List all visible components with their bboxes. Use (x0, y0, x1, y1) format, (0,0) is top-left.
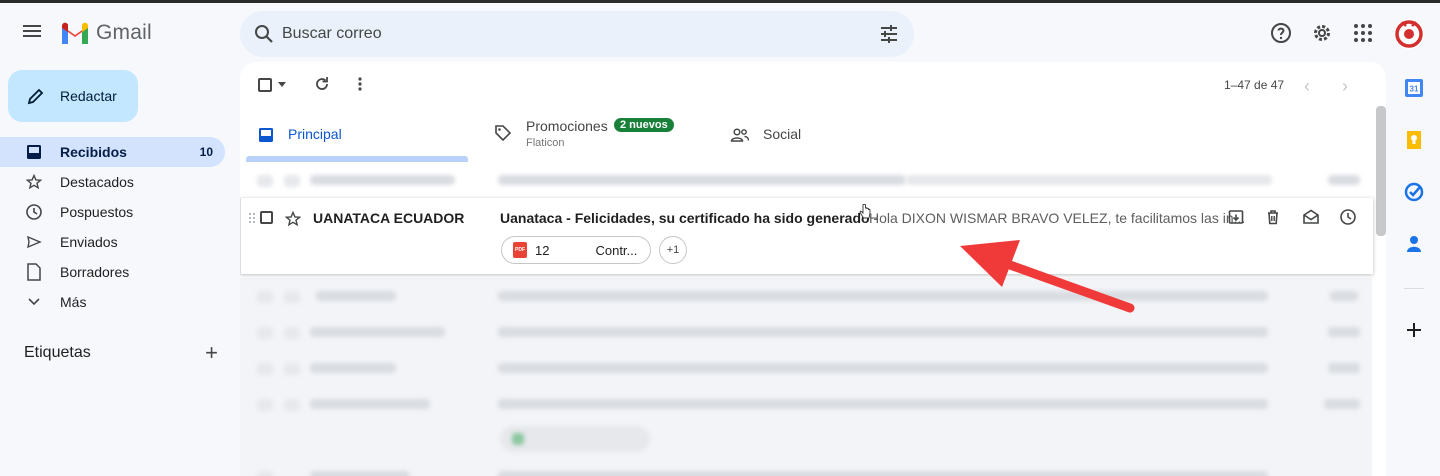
sidebar-item-label: Borradores (60, 264, 130, 280)
more-vert-icon[interactable] (350, 74, 370, 94)
sidebar-item-enviados[interactable]: Enviados (0, 227, 225, 257)
archive-icon[interactable] (1227, 208, 1245, 226)
email-row-blurred[interactable] (240, 458, 1372, 476)
select-all-checkbox[interactable] (258, 78, 272, 92)
sidebar-item-label: Más (60, 294, 87, 310)
tag-icon (495, 125, 512, 142)
scrollbar[interactable] (1376, 106, 1386, 236)
search-bar[interactable] (240, 11, 914, 57)
main-menu-icon[interactable] (22, 22, 44, 42)
chevron-down-icon (24, 292, 44, 312)
drag-handle-icon[interactable] (248, 212, 256, 224)
search-input[interactable] (282, 11, 842, 57)
calendar-icon[interactable]: 31 (1404, 78, 1424, 98)
inbox-icon (24, 142, 44, 162)
gmail-logo[interactable]: Gmail (60, 21, 152, 45)
app-name: Gmail (96, 21, 152, 44)
side-panel: 31 (1392, 66, 1436, 476)
new-count-badge: 2 nuevos (614, 118, 674, 132)
sidebar-item-recibidos[interactable]: Recibidos 10 (0, 137, 225, 167)
email-subject-text: Uanataca - Felicidades, su certificado h… (500, 210, 870, 226)
gmail-m-icon (62, 22, 88, 44)
snooze-clock-icon[interactable] (1339, 208, 1357, 226)
email-row-blurred[interactable] (240, 350, 1372, 386)
attachment-chip[interactable]: PDF 12 Contr... (501, 236, 651, 264)
email-row-blurred[interactable] (240, 386, 1372, 458)
star-icon (24, 172, 44, 192)
compose-label: Redactar (60, 88, 117, 104)
email-snippet: Hola DIXON WISMAR BRAVO VELEZ, te facili… (869, 210, 1246, 226)
refresh-icon[interactable] (312, 74, 332, 94)
sidebar-item-destacados[interactable]: Destacados (0, 167, 225, 197)
unread-count: 10 (199, 145, 213, 159)
labels-title: Etiquetas (24, 344, 91, 361)
email-row-blurred[interactable] (240, 278, 1372, 314)
compose-button[interactable]: Redactar (8, 70, 138, 122)
account-avatar[interactable] (1394, 19, 1424, 49)
email-select-checkbox[interactable] (260, 211, 273, 224)
settings-gear-icon[interactable] (1310, 21, 1334, 45)
tab-promociones[interactable]: Promociones 2 nuevos Flaticon (486, 108, 726, 162)
sidebar-item-label: Destacados (60, 174, 134, 190)
help-icon[interactable] (1269, 21, 1293, 45)
inbox-icon (259, 128, 273, 142)
tab-label: Promociones (526, 118, 608, 134)
header: Gmail (0, 3, 1440, 63)
pagination-label: 1–47 de 47 (1224, 78, 1285, 92)
email-row-uanataca[interactable]: UANATACA ECUADOR Uanataca - Felicidades,… (240, 198, 1373, 274)
more-attachments-chip[interactable]: +1 (659, 236, 687, 264)
tab-principal[interactable]: Principal (246, 108, 470, 162)
select-menu-caret-icon[interactable] (278, 82, 286, 87)
sidebar-nav: Recibidos 10 Destacados Pospuestos Envia… (0, 137, 232, 317)
keep-icon[interactable] (1404, 130, 1424, 150)
tab-social[interactable]: Social (726, 108, 966, 162)
sidebar-item-pospuestos[interactable]: Pospuestos (0, 197, 225, 227)
email-list: UANATACA ECUADOR Uanataca - Felicidades,… (240, 162, 1386, 476)
list-toolbar: 1–47 de 47 ‹ › (240, 62, 1386, 108)
add-addon-icon[interactable] (1404, 320, 1424, 340)
tab-sender-preview: Flaticon (526, 137, 565, 149)
contacts-icon[interactable] (1404, 234, 1424, 254)
tab-label: Social (763, 126, 802, 142)
previous-page-button[interactable]: ‹ (1304, 76, 1310, 97)
mail-list-panel: 1–47 de 47 ‹ › Principal Promociones 2 n… (240, 62, 1386, 476)
star-icon[interactable] (285, 211, 301, 227)
people-icon (730, 128, 750, 142)
sidebar-item-borradores[interactable]: Borradores (0, 257, 225, 287)
attachment-name: Contr... (595, 242, 638, 258)
clock-icon (24, 202, 44, 222)
sidebar-item-label: Enviados (60, 234, 118, 250)
next-page-button[interactable]: › (1342, 76, 1348, 97)
tab-label: Principal (288, 126, 342, 142)
email-subject: Uanataca - Felicidades, su certificado h… (500, 210, 878, 226)
sidebar-item-label: Pospuestos (60, 204, 134, 220)
sidebar-item-mas[interactable]: Más (0, 287, 225, 317)
attachment-number: 12 (535, 242, 550, 258)
email-row-blurred[interactable] (240, 162, 1372, 198)
labels-section: Etiquetas + (24, 342, 218, 364)
side-panel-divider (1404, 288, 1424, 289)
delete-icon[interactable] (1264, 208, 1282, 226)
svg-text:31: 31 (1410, 85, 1419, 94)
apps-grid-icon[interactable] (1351, 21, 1375, 45)
tasks-icon[interactable] (1404, 182, 1424, 202)
category-tabs: Principal Promociones 2 nuevos Flaticon … (240, 108, 1386, 162)
search-options-icon[interactable] (878, 23, 900, 45)
search-icon[interactable] (252, 22, 276, 46)
email-sender: UANATACA ECUADOR (313, 210, 465, 226)
add-label-button[interactable]: + (205, 342, 218, 364)
pdf-icon: PDF (513, 242, 527, 258)
sidebar-item-label: Recibidos (60, 144, 127, 160)
email-row-blurred[interactable] (240, 314, 1372, 350)
mark-as-read-icon[interactable] (1302, 208, 1320, 226)
send-icon (24, 232, 44, 252)
row-hover-actions (1227, 208, 1357, 228)
pencil-icon (27, 88, 44, 105)
draft-icon (24, 262, 44, 282)
